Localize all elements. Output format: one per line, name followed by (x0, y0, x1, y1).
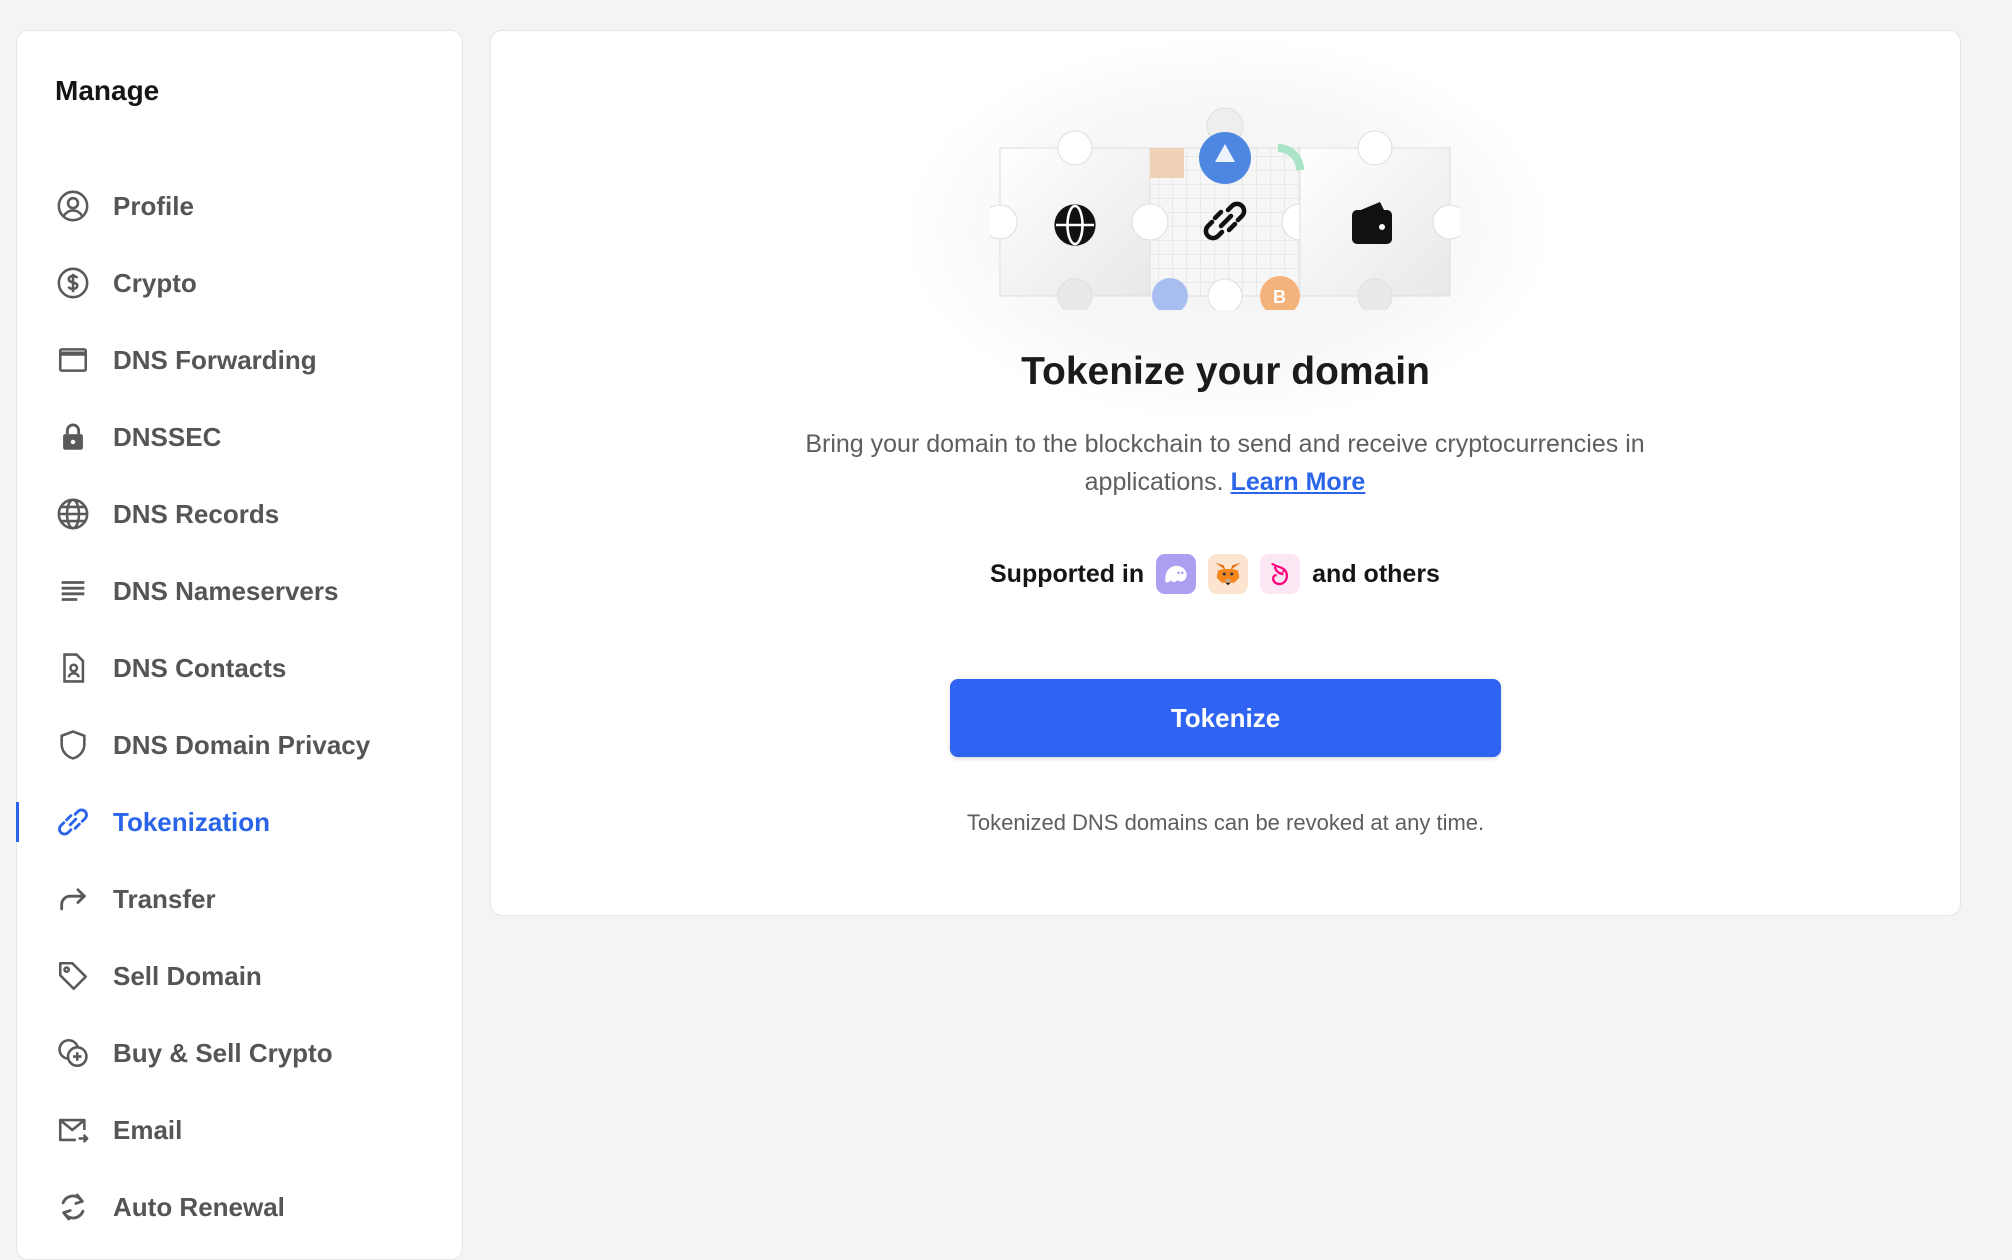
supported-wallets-row: Supported in and others (990, 552, 1440, 596)
sidebar-item-dnssec[interactable]: DNSSEC (17, 407, 462, 467)
sidebar-item-label: Transfer (113, 883, 216, 914)
learn-more-link[interactable]: Learn More (1231, 468, 1366, 496)
sidebar-item-sell-domain[interactable]: Sell Domain (17, 946, 462, 1006)
sidebar-title: Manage (55, 75, 160, 106)
refresh-icon (55, 1189, 91, 1225)
sidebar-item-label: DNS Contacts (113, 652, 287, 683)
sidebar-item-label: Profile (113, 190, 194, 221)
user-circle-icon (55, 188, 91, 224)
sidebar-item-dns-domain-privacy[interactable]: DNS Domain Privacy (17, 715, 462, 775)
phantom-wallet-icon (1156, 554, 1197, 594)
sidebar-item-label: DNS Domain Privacy (113, 729, 371, 760)
page-title: Tokenize your domain (1021, 350, 1430, 393)
coins-plus-icon (55, 1035, 91, 1071)
sidebar-item-label: Auto Renewal (113, 1191, 285, 1222)
contact-card-icon (55, 650, 91, 686)
metamask-wallet-icon (1208, 554, 1249, 594)
description-text: Bring your domain to the blockchain to s… (805, 430, 1645, 496)
sidebar-item-tokenization[interactable]: Tokenization (16, 792, 462, 852)
revocation-note: Tokenized DNS domains can be revoked at … (966, 810, 1485, 835)
arrow-forward-icon (55, 881, 91, 917)
window-icon (55, 342, 91, 378)
sidebar-item-label: Email (113, 1114, 183, 1145)
shield-icon (55, 727, 91, 763)
uniswap-wallet-icon (1260, 554, 1301, 594)
sidebar-item-profile[interactable]: Profile (17, 176, 462, 236)
sidebar-item-crypto[interactable]: Crypto (17, 253, 462, 313)
mail-icon (55, 1112, 91, 1148)
sidebar-item-dns-forwarding[interactable]: DNS Forwarding (17, 330, 462, 390)
dollar-circle-icon (55, 265, 91, 301)
description: Bring your domain to the blockchain to s… (790, 425, 1660, 501)
sidebar-item-label: DNS Nameservers (113, 575, 339, 606)
sidebar-item-label: DNS Records (113, 498, 280, 529)
globe-icon (55, 496, 91, 532)
supported-prefix: Supported in (990, 559, 1145, 588)
supported-suffix: and others (1312, 559, 1440, 588)
sidebar-item-label: Sell Domain (113, 960, 262, 991)
link-icon (55, 804, 91, 840)
sidebar-item-dns-contacts[interactable]: DNS Contacts (17, 638, 462, 698)
lines-icon (55, 573, 91, 609)
puzzle-illustration: B (990, 107, 1460, 310)
sidebar-item-label: DNS Forwarding (113, 344, 317, 375)
sidebar-item-dns-records[interactable]: DNS Records (17, 484, 462, 544)
sidebar-item-transfer[interactable]: Transfer (17, 869, 462, 929)
svg-text:B: B (1273, 287, 1286, 307)
sidebar-item-buy-sell-crypto[interactable]: Buy & Sell Crypto (17, 1023, 462, 1083)
tag-icon (55, 958, 91, 994)
sidebar-item-label: Buy & Sell Crypto (113, 1037, 333, 1068)
sidebar-item-label: DNSSEC (113, 421, 222, 452)
sidebar: Manage Profile Crypto DNS Forwarding DNS… (16, 30, 463, 1260)
sidebar-item-label: Tokenization (113, 806, 270, 837)
sidebar-item-dns-nameservers[interactable]: DNS Nameservers (17, 561, 462, 621)
lock-icon (55, 419, 91, 455)
sidebar-item-auto-renewal[interactable]: Auto Renewal (17, 1177, 462, 1237)
tokenize-button[interactable]: Tokenize (950, 679, 1501, 757)
sidebar-item-label: Crypto (113, 267, 197, 298)
sidebar-item-email[interactable]: Email (17, 1100, 462, 1160)
